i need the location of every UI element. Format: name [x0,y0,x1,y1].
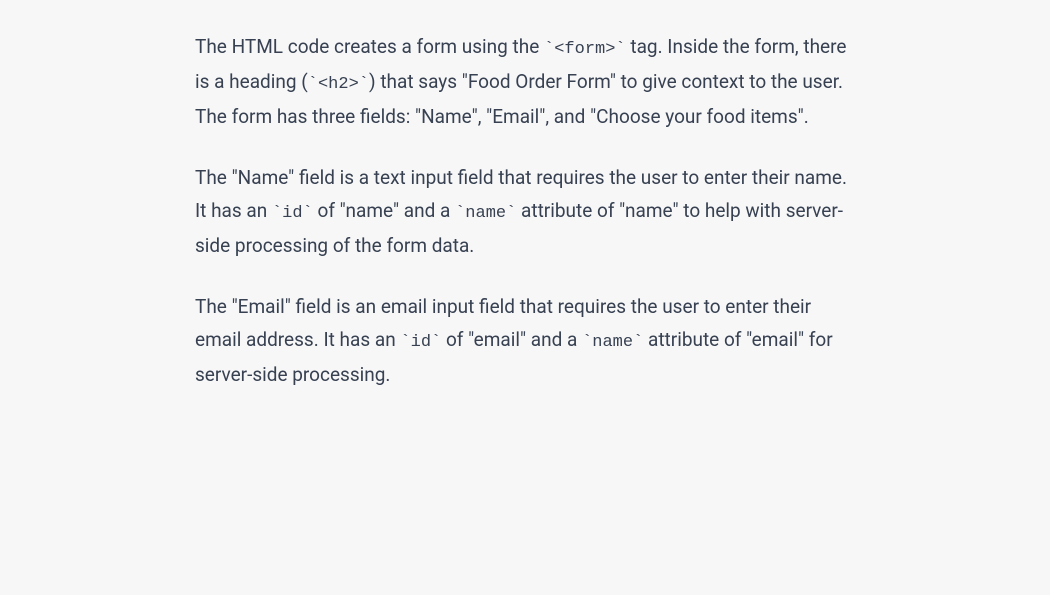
code-id-attr: `id` [400,333,441,352]
code-form-tag: `<form>` [544,40,626,59]
text-segment: of "name" and a [313,199,455,222]
code-id-attr: `id` [272,204,313,223]
text-segment: The HTML code creates a form using the [195,35,544,58]
paragraph-1: The HTML code creates a form using the `… [195,30,850,133]
paragraph-3: The "Email" field is an email input fiel… [195,290,850,391]
document-content: The HTML code creates a form using the `… [195,30,850,391]
code-name-attr: `name` [455,204,516,223]
code-name-attr: `name` [582,333,643,352]
paragraph-2: The "Name" field is a text input field t… [195,161,850,262]
text-segment: of "email" and a [441,328,582,351]
code-h2-tag: `<h2>` [308,75,369,94]
